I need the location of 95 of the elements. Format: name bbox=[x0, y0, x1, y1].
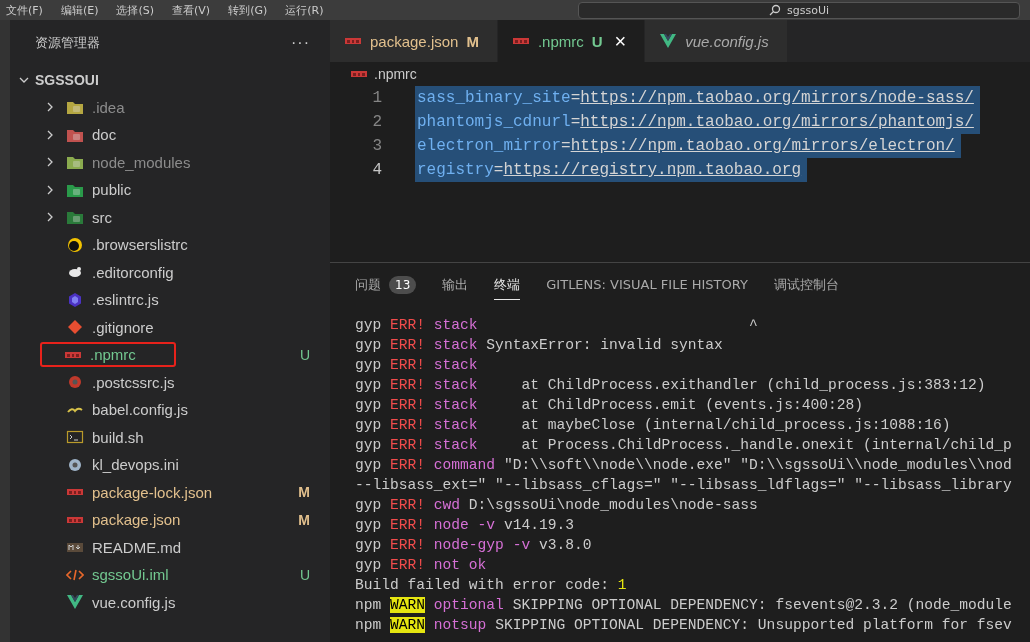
file-name: .editorconfig bbox=[92, 263, 174, 281]
terminal-line: Build failed with error code: 1 bbox=[355, 576, 628, 595]
vue-icon bbox=[66, 594, 84, 611]
folder-icon bbox=[66, 209, 84, 226]
file-row[interactable]: .editorconfig bbox=[10, 258, 330, 286]
file-row[interactable]: README.md bbox=[10, 533, 330, 561]
file-row[interactable]: .postcssrc.js bbox=[10, 368, 330, 396]
panel-tab[interactable]: 问题 13 bbox=[355, 270, 417, 300]
panel-tab[interactable]: 调试控制台 bbox=[773, 270, 839, 300]
file-row[interactable]: .browserslistrc bbox=[10, 231, 330, 259]
terminal-line: gyp ERR! stack at ChildProcess.exithandler (child_process.js:383:12) bbox=[355, 376, 987, 395]
terminal-line: gyp ERR! stack SyntaxError: invalid syntax bbox=[355, 336, 724, 355]
menu-item[interactable]: 文件(F) bbox=[6, 2, 43, 18]
file-name: README.md bbox=[92, 538, 182, 556]
file-name: .postcssrc.js bbox=[92, 373, 175, 391]
circle-icon bbox=[66, 236, 84, 253]
git-status: U bbox=[299, 346, 310, 363]
gear-icon bbox=[66, 456, 84, 473]
menu-item[interactable]: 选择(S) bbox=[116, 2, 155, 18]
file-row[interactable]: vue.config.js bbox=[10, 588, 330, 616]
file-name: .browserslistrc bbox=[92, 236, 188, 254]
git-status: M bbox=[298, 484, 310, 501]
file-name: vue.config.js bbox=[92, 593, 176, 611]
terminal-line: npm WARN optional SKIPPING OPTIONAL DEPENDENCY: fsevents@2.3.2 (node_module bbox=[355, 596, 1013, 615]
file-name: .gitignore bbox=[92, 318, 154, 336]
file-row[interactable]: .eslintrc.js bbox=[10, 286, 330, 314]
panel-tab[interactable]: 终端 bbox=[494, 270, 521, 300]
file-name: public bbox=[92, 181, 132, 199]
diamond-icon bbox=[66, 319, 84, 336]
terminal-line: gyp ERR! stack ^ bbox=[355, 316, 759, 335]
file-row[interactable]: kl_devops.ini bbox=[10, 451, 330, 479]
file-row[interactable]: build.sh bbox=[10, 423, 330, 451]
close-button[interactable]: × bbox=[614, 29, 627, 53]
file-name: sgssoUi.iml bbox=[92, 566, 169, 584]
line-number: 3 bbox=[371, 137, 382, 155]
breadcrumb[interactable]: .npmrc bbox=[374, 66, 417, 82]
count-badge: 13 bbox=[389, 275, 417, 294]
vue-icon bbox=[659, 33, 678, 49]
file-name: src bbox=[92, 208, 112, 226]
file-row[interactable]: .gitignore bbox=[10, 313, 330, 341]
file-row[interactable]: babel.config.js bbox=[10, 396, 330, 424]
git-status: M bbox=[298, 511, 310, 528]
file-row[interactable]: package-lock.json M bbox=[10, 478, 330, 506]
terminal-line: gyp ERR! stack at Process.ChildProcess._handle.onexit (internal/child_p bbox=[355, 436, 1013, 455]
more-actions[interactable]: ··· bbox=[291, 34, 310, 52]
terminal-line: gyp ERR! node -v v14.19.3 bbox=[355, 516, 575, 535]
line-number: 4 bbox=[371, 161, 382, 179]
terminal-line: npm WARN notsup SKIPPING OPTIONAL DEPENDENCY: Unsupported platform for fsev bbox=[355, 616, 1013, 635]
file-row[interactable]: .npmrc U bbox=[10, 341, 330, 369]
file-name: doc bbox=[92, 126, 117, 144]
hexagon-icon bbox=[66, 291, 84, 308]
file-name: babel.config.js bbox=[92, 401, 188, 419]
terminal-line: --libsass_ext=" "--libsass_cflags=" "--libsass_ldflags=" "--libsass_library bbox=[355, 476, 1013, 495]
gear-icon bbox=[66, 374, 84, 391]
file-name: node_modules bbox=[92, 153, 191, 171]
line-number: 1 bbox=[371, 89, 382, 107]
terminal-line: gyp ERR! not ok bbox=[355, 556, 488, 575]
editor-tab[interactable]: package.json M bbox=[330, 20, 498, 62]
menu-item[interactable]: 运行(R) bbox=[285, 2, 324, 18]
editor-tab[interactable]: .npmrc U × bbox=[497, 20, 646, 62]
file-name: build.sh bbox=[92, 428, 144, 446]
panel-tab[interactable]: 输出 bbox=[442, 270, 469, 300]
file-name: .npmrc bbox=[90, 346, 136, 364]
terminal-line: gyp ERR! command "D:\\soft\\node\\node.exe" "D:\\sgssoUi\\node_modules\\nod bbox=[355, 456, 1013, 475]
file-row[interactable]: .idea bbox=[10, 93, 330, 121]
file-name: .eslintrc.js bbox=[92, 291, 159, 309]
menu-item[interactable]: 查看(V) bbox=[172, 2, 211, 18]
search-icon bbox=[769, 4, 781, 16]
folder-row[interactable]: SGSSOUI bbox=[10, 66, 330, 94]
file-name: package.json bbox=[92, 511, 181, 529]
terminal-line: gyp ERR! node-gyp -v v3.8.0 bbox=[355, 536, 593, 555]
terminal-line: gyp ERR! stack at ChildProcess.emit (events.js:400:28) bbox=[355, 396, 864, 415]
file-row[interactable]: doc bbox=[10, 121, 330, 149]
search-field[interactable]: sgssoUi bbox=[578, 1, 1020, 19]
folder-icon bbox=[66, 154, 84, 171]
file-name: package-lock.json bbox=[92, 483, 213, 501]
explorer-title: 资源管理器 bbox=[35, 34, 100, 52]
menu-item[interactable]: 转到(G) bbox=[228, 2, 268, 18]
file-name: .idea bbox=[92, 98, 125, 116]
panel-tab[interactable]: GITLENS: VISUAL FILE HISTORY bbox=[546, 270, 748, 300]
terminal-line: gyp ERR! stack bbox=[355, 356, 479, 375]
terminal-icon bbox=[66, 429, 84, 446]
git-status: U bbox=[299, 566, 310, 583]
terminal-line: gyp ERR! stack at maybeClose (internal/child_process.js:1088:16) bbox=[355, 416, 952, 435]
file-row[interactable]: src bbox=[10, 203, 330, 231]
file-row[interactable]: node_modules bbox=[10, 148, 330, 176]
terminal-line: gyp ERR! cwd D:\sgssoUi\node_modules\node-sass bbox=[355, 496, 759, 515]
line-number: 2 bbox=[371, 113, 382, 131]
file-name: kl_devops.ini bbox=[92, 456, 179, 474]
folder-icon bbox=[66, 99, 84, 116]
file-row[interactable]: public bbox=[10, 176, 330, 204]
editor-tab[interactable]: vue.config.js bbox=[645, 20, 788, 62]
file-row[interactable]: package.json M bbox=[10, 506, 330, 534]
menu-item[interactable]: 编辑(E) bbox=[60, 2, 99, 18]
file-row[interactable]: sgssoUi.iml U bbox=[10, 561, 330, 589]
